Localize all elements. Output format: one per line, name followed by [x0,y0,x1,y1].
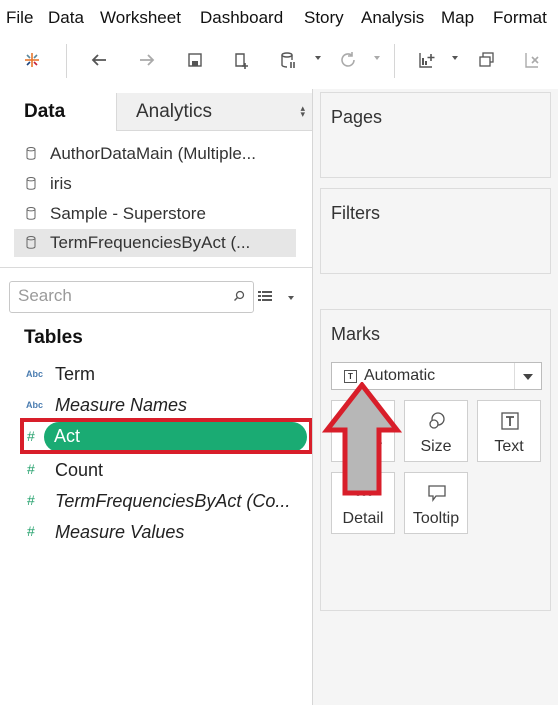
tab-data-label: Data [24,101,66,122]
field-item[interactable]: # TermFrequenciesByAct (Co... [0,488,312,516]
detail-label: Detail [342,510,384,527]
menu-format[interactable]: Format [493,8,547,28]
new-datasource-icon[interactable] [229,48,253,72]
size-button[interactable]: Size [404,400,468,462]
string-type-icon: Abc [26,400,44,410]
menu-map[interactable]: Map [441,8,474,28]
field-label: TermFrequenciesByAct (Co... [55,491,291,511]
datasource-item[interactable]: AuthorDataMain (Multiple... [14,140,296,168]
tab-analytics-label: Analytics [136,101,213,122]
field-label: Measure Values [55,522,185,542]
database-icon [26,236,36,249]
menu-file[interactable]: File [6,8,33,28]
tab-analytics[interactable]: Analytics ▴ ▾ [116,93,313,131]
datasource-label: Sample - Superstore [50,204,206,223]
field-label: Count [55,460,104,480]
datasource-item[interactable]: Sample - Superstore [14,200,296,228]
pages-shelf[interactable]: Pages [320,92,551,178]
data-pane: Data Analytics ▴ ▾ AuthorDataMain (Multip… [0,93,313,705]
datasource-item-selected[interactable]: TermFrequenciesByAct (... [14,229,296,257]
menu-data[interactable]: Data [48,8,84,28]
field-item[interactable]: # Measure Values [0,519,312,547]
filters-shelf[interactable]: Filters [320,188,551,274]
number-type-icon: # [27,523,35,539]
database-icon [26,177,36,190]
view-options-caret[interactable] [288,296,294,300]
number-type-icon: # [27,461,35,477]
tables-heading: Tables [24,327,83,348]
size-icon [429,412,445,429]
number-type-icon: # [27,492,35,508]
chevron-down-icon[interactable] [523,374,533,380]
new-worksheet-caret[interactable] [452,56,458,60]
field-label: Term [55,364,95,384]
tooltip-icon [428,485,446,502]
toolbar-separator [66,44,67,78]
new-worksheet-icon[interactable] [414,48,438,72]
list-view-icon[interactable] [258,291,272,302]
toolbar [0,34,558,89]
back-arrow-icon[interactable] [87,48,111,72]
tab-data[interactable]: Data [0,93,116,131]
toolbar-separator [394,44,395,78]
forward-arrow-icon[interactable] [135,48,159,72]
datasource-label: TermFrequenciesByAct (... [50,233,251,252]
marks-title: Marks [331,324,380,344]
text-icon [501,412,519,430]
database-icon [26,207,36,220]
refresh-icon[interactable] [336,48,360,72]
menu-story[interactable]: Story [304,8,344,28]
text-label: Text [494,438,524,455]
database-icon [26,147,36,160]
duplicate-icon[interactable] [475,48,499,72]
menu-dashboard[interactable]: Dashboard [200,8,283,28]
refresh-caret[interactable] [374,56,380,60]
pane-divider [0,267,312,268]
datasource-item[interactable]: iris [14,170,296,198]
string-type-icon: Abc [26,369,44,379]
tableau-logo-icon[interactable] [20,48,44,72]
save-icon[interactable] [183,48,207,72]
filters-title: Filters [331,203,380,223]
dropdown-divider [514,363,515,389]
menu-worksheet[interactable]: Worksheet [100,8,181,28]
tooltip-label: Tooltip [412,510,460,527]
clear-sheet-icon[interactable] [520,48,544,72]
annotation-highlight-box [20,418,313,454]
annotation-arrow-icon [322,382,402,496]
pause-updates-icon[interactable] [276,48,300,72]
menu-bar: File Data Worksheet Dashboard Story Anal… [0,0,558,34]
size-label: Size [420,438,452,455]
pause-updates-caret[interactable] [315,56,321,60]
field-item[interactable]: Abc Measure Names [0,392,312,420]
search-input[interactable] [18,285,218,307]
tab-switch-arrows-icon[interactable]: ▴ ▾ [300,104,305,119]
search-box[interactable] [9,281,254,313]
field-item[interactable]: # Count [0,457,312,485]
tooltip-button[interactable]: Tooltip [404,472,468,534]
datasource-label: iris [50,174,72,193]
search-icon[interactable] [233,290,245,302]
field-item[interactable]: Abc Term [0,361,312,389]
text-button[interactable]: Text [477,400,541,462]
datasource-label: AuthorDataMain (Multiple... [50,144,256,163]
field-label: Measure Names [55,395,188,415]
menu-analysis[interactable]: Analysis [361,8,424,28]
pages-title: Pages [331,107,383,127]
